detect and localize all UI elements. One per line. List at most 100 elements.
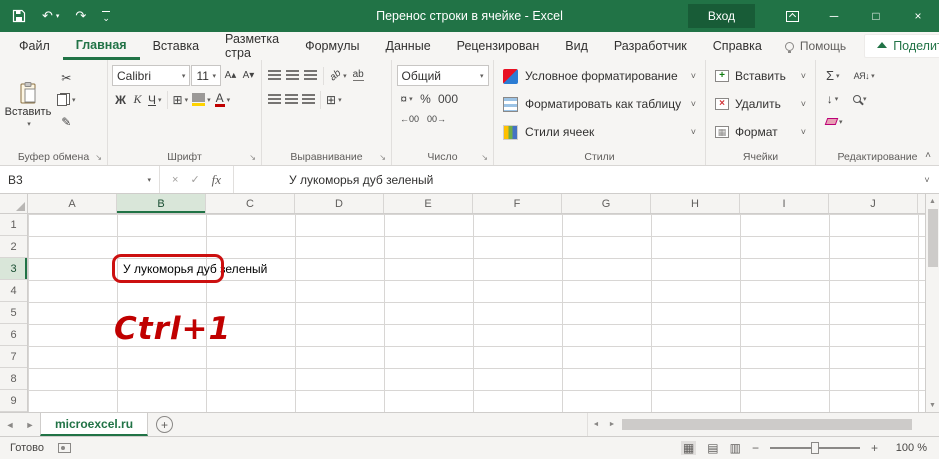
zoom-out-button[interactable]: − <box>752 441 759 455</box>
share-button[interactable]: Поделиться <box>864 34 939 58</box>
paste-dropdown-icon[interactable]: ▾ <box>27 120 31 128</box>
cut-button[interactable]: ✂ <box>55 67 78 88</box>
tab-view[interactable]: Вид <box>552 32 601 60</box>
insert-function-button[interactable]: fx <box>212 172 221 188</box>
vertical-scroll-thumb[interactable] <box>927 209 938 267</box>
autosum-dropdown-icon[interactable]: ▾ <box>836 72 840 80</box>
align-left-button[interactable] <box>266 89 283 110</box>
row-header-4[interactable]: 4 <box>0 280 27 302</box>
hscroll-left-icon[interactable]: ◄ <box>588 413 604 436</box>
number-format-combo[interactable]: Общий ▾ <box>396 65 489 86</box>
tab-review[interactable]: Рецензирован <box>444 32 553 60</box>
sheet-nav-left-icon[interactable]: ◄ <box>0 413 20 436</box>
tab-insert[interactable]: Вставка <box>140 32 212 60</box>
scroll-up-icon[interactable]: ▲ <box>926 194 939 208</box>
column-header-e[interactable]: E <box>384 194 473 213</box>
sort-filter-dropdown-icon[interactable]: ▾ <box>871 72 875 80</box>
row-header-7[interactable]: 7 <box>0 346 27 368</box>
comma-style-button[interactable]: 000 <box>436 88 460 109</box>
tab-data[interactable]: Данные <box>372 32 443 60</box>
increase-decimal-button[interactable]: ←00 <box>398 111 421 127</box>
zoom-in-button[interactable]: + <box>871 441 878 455</box>
copy-button[interactable]: ▾ <box>55 89 78 110</box>
align-top-button[interactable] <box>266 65 283 86</box>
format-cells-button[interactable]: Формат ˅ <box>708 118 813 146</box>
find-select-button[interactable]: ▾ <box>851 88 869 109</box>
row-header-3[interactable]: 3 <box>0 258 27 280</box>
merge-center-button[interactable]: ⊞ ▾ <box>324 89 344 110</box>
font-size-combo[interactable]: 11 ▾ <box>191 65 221 86</box>
row-header-1[interactable]: 1 <box>0 214 27 236</box>
cancel-entry-button[interactable]: × <box>172 174 178 186</box>
tab-home[interactable]: Главная <box>62 32 140 60</box>
row-header-8[interactable]: 8 <box>0 368 27 390</box>
font-dialog-launcher[interactable]: ↘ <box>249 154 256 162</box>
tab-developer[interactable]: Разработчик <box>601 32 700 60</box>
conditional-formatting-button[interactable]: Условное форматирование ˅ <box>496 62 703 90</box>
ribbon-display-options-button[interactable] <box>771 0 813 32</box>
new-sheet-button[interactable]: + <box>156 416 174 433</box>
minimize-button[interactable]: ─ <box>813 0 855 32</box>
grid-cells-area[interactable]: У лукоморья дуб зеленый Ctrl+1 <box>28 214 925 412</box>
borders-dropdown-icon[interactable]: ▾ <box>185 96 189 104</box>
insert-cells-button[interactable]: Вставить ˅ <box>708 62 813 90</box>
underline-dropdown-icon[interactable]: ▾ <box>158 96 162 104</box>
format-painter-button[interactable]: ✎ <box>55 111 78 132</box>
row-header-2[interactable]: 2 <box>0 236 27 258</box>
close-button[interactable]: × <box>897 0 939 32</box>
find-select-dropdown-icon[interactable]: ▾ <box>863 95 867 103</box>
cell-styles-button[interactable]: Стили ячеек ˅ <box>496 118 703 146</box>
zoom-slider-thumb[interactable] <box>810 442 819 454</box>
scroll-down-icon[interactable]: ▼ <box>926 398 939 412</box>
autosum-button[interactable]: Σ ▾ <box>824 65 842 86</box>
sign-in-button[interactable]: Вход <box>687 4 755 28</box>
maximize-button[interactable]: □ <box>855 0 897 32</box>
delete-cells-button[interactable]: Удалить ˅ <box>708 90 813 118</box>
column-header-f[interactable]: F <box>473 194 562 213</box>
paste-button[interactable]: Вставить ▾ <box>4 64 52 146</box>
fill-button[interactable]: ↓ ▾ <box>824 88 841 109</box>
undo-button[interactable]: ↶ ▾ <box>42 8 59 24</box>
font-size-dropdown-icon[interactable]: ▾ <box>212 72 216 80</box>
name-box[interactable]: B3 ▾ <box>0 166 160 193</box>
select-all-corner[interactable] <box>0 194 28 214</box>
row-header-5[interactable]: 5 <box>0 302 27 324</box>
sheet-tab-microexcel[interactable]: microexcel.ru <box>40 413 149 436</box>
underline-button[interactable]: Ч ▾ <box>146 89 164 110</box>
column-header-a[interactable]: A <box>28 194 117 213</box>
borders-button[interactable]: ⊞ ▾ <box>171 89 191 110</box>
column-header-h[interactable]: H <box>651 194 740 213</box>
column-header-b[interactable]: B <box>117 194 206 213</box>
decrease-decimal-button[interactable]: 00→ <box>425 111 448 127</box>
copy-dropdown-icon[interactable]: ▾ <box>72 96 76 104</box>
column-header-j[interactable]: J <box>829 194 918 213</box>
tab-help[interactable]: Справка <box>700 32 775 60</box>
align-middle-button[interactable] <box>284 65 301 86</box>
accounting-format-button[interactable]: ¤ ▾ <box>398 88 415 109</box>
increase-font-size-button[interactable]: А▴ <box>222 65 239 86</box>
tab-page-layout[interactable]: Разметка стра <box>212 32 292 60</box>
clear-button[interactable]: ▾ <box>824 111 845 132</box>
view-page-break-button[interactable]: ▥ <box>730 441 741 455</box>
row-header-6[interactable]: 6 <box>0 324 27 346</box>
currency-dropdown-icon[interactable]: ▾ <box>409 95 413 103</box>
font-name-combo[interactable]: Calibri ▾ <box>112 65 191 86</box>
font-color-button[interactable]: А ▾ <box>213 89 233 110</box>
fill-color-button[interactable]: ▾ <box>190 89 213 110</box>
column-header-d[interactable]: D <box>295 194 384 213</box>
clipboard-dialog-launcher[interactable]: ↘ <box>95 154 102 162</box>
macro-record-icon[interactable] <box>57 443 71 453</box>
view-page-layout-button[interactable]: ▤ <box>707 441 718 455</box>
collapse-ribbon-button[interactable]: ˄ <box>925 150 931 161</box>
number-format-dropdown-icon[interactable]: ▾ <box>480 72 484 80</box>
tab-file[interactable]: Файл <box>6 32 63 60</box>
enter-entry-button[interactable]: ✓ <box>190 173 199 186</box>
orientation-button[interactable]: ab ▾ <box>328 65 349 86</box>
formula-bar-expand-button[interactable]: ˅ <box>915 166 939 193</box>
align-center-button[interactable] <box>283 89 300 110</box>
zoom-slider[interactable] <box>769 442 860 454</box>
format-as-table-button[interactable]: Форматировать как таблицу ˅ <box>496 90 703 118</box>
save-button[interactable] <box>12 9 26 23</box>
clear-dropdown-icon[interactable]: ▾ <box>839 118 843 126</box>
row-header-9[interactable]: 9 <box>0 390 27 412</box>
